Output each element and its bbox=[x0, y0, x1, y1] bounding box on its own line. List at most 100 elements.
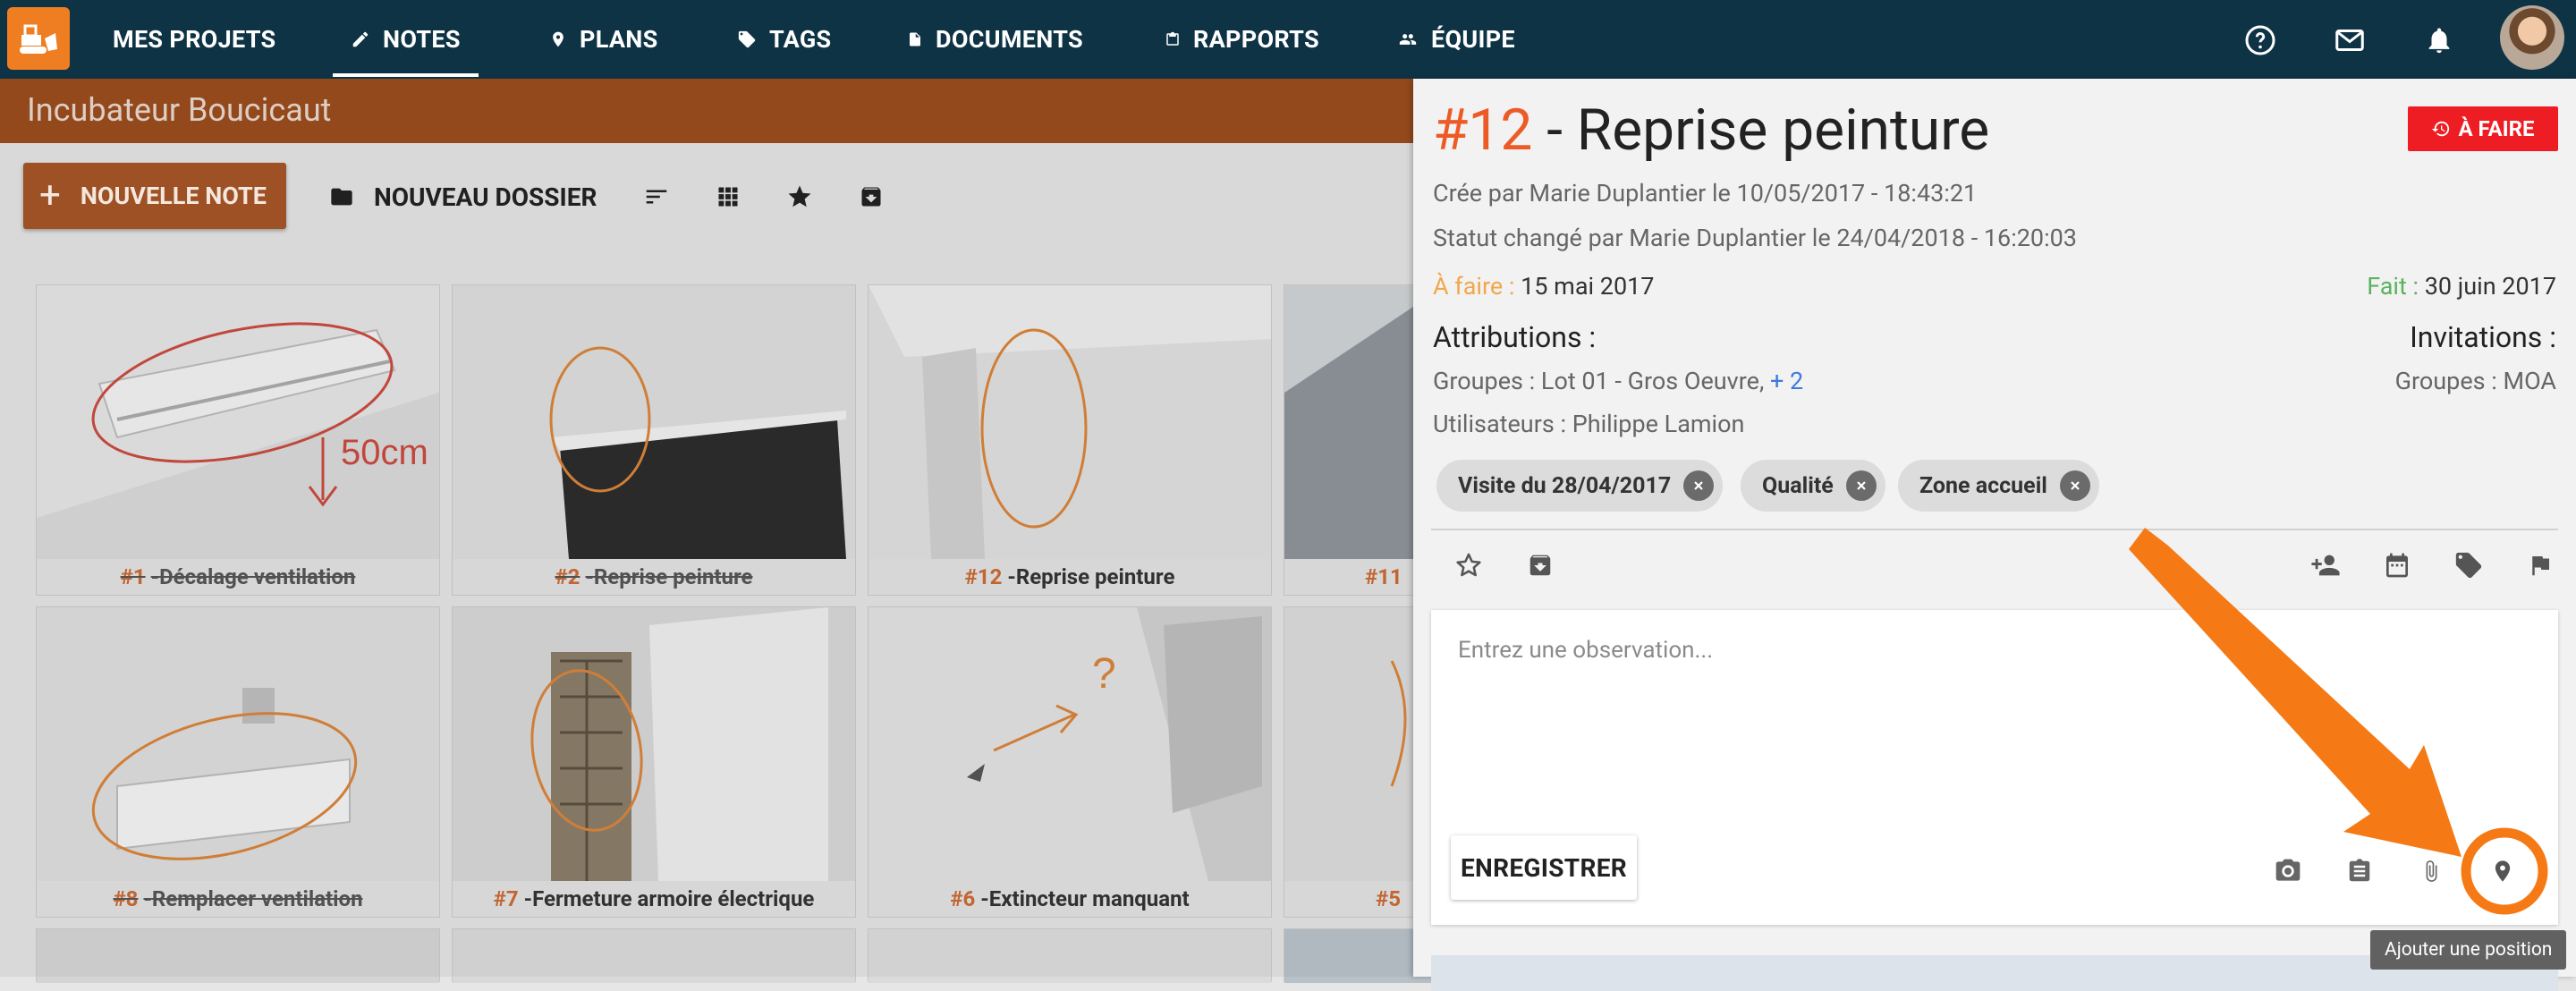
bell-icon[interactable] bbox=[2422, 23, 2456, 57]
archive-icon[interactable] bbox=[855, 181, 887, 213]
svg-text:?: ? bbox=[1092, 650, 1116, 698]
note-number: #11 bbox=[1365, 564, 1402, 589]
tab-plans[interactable]: PLANS bbox=[549, 0, 658, 79]
note-caption: #2 - Reprise peinture bbox=[453, 559, 855, 595]
close-icon[interactable] bbox=[1845, 470, 1877, 501]
people-icon bbox=[1397, 30, 1419, 48]
note-photo bbox=[869, 929, 1271, 983]
note-number: #12 bbox=[1433, 97, 1533, 164]
add-person-icon[interactable] bbox=[2308, 547, 2343, 583]
new-folder-button[interactable]: NOUVEAU DOSSIER bbox=[327, 179, 597, 215]
users-text: Utilisateurs : Philippe Lamion bbox=[1433, 410, 1745, 438]
note-caption: #8 - Remplacer ventilation bbox=[37, 881, 439, 917]
note-card[interactable]: #8 - Remplacer ventilation bbox=[36, 606, 440, 918]
tab-rapports[interactable]: RAPPORTS bbox=[1165, 0, 1319, 79]
project-name: Incubateur Boucicaut bbox=[27, 91, 332, 129]
note-detail-panel: #12 - Reprise peinture À FAIRE Crée par … bbox=[1413, 79, 2576, 991]
tag-chip[interactable]: Visite du 28/04/2017 bbox=[1436, 460, 1724, 512]
calendar-icon[interactable] bbox=[2379, 547, 2415, 583]
paperclip-icon[interactable] bbox=[2413, 853, 2449, 889]
note-caption: #7 - Fermeture armoire électrique bbox=[453, 881, 855, 917]
camera-icon[interactable] bbox=[2270, 853, 2306, 889]
status-label: À FAIRE bbox=[2458, 116, 2535, 141]
tag-icon[interactable] bbox=[2451, 547, 2487, 583]
tab-equipe[interactable]: ÉQUIPE bbox=[1397, 0, 1515, 79]
note-number: #12 bbox=[964, 564, 1003, 589]
tab-documents-label: DOCUMENTS bbox=[936, 25, 1083, 54]
tab-tags[interactable]: TAGS bbox=[737, 0, 831, 79]
map-pin-icon bbox=[549, 30, 567, 49]
location-pin-icon[interactable] bbox=[2485, 853, 2521, 889]
observation-input[interactable] bbox=[1442, 621, 2547, 835]
flag-icon[interactable] bbox=[2522, 547, 2558, 583]
note-caption: #6 - Extincteur manquant bbox=[869, 881, 1271, 917]
note-card[interactable]: #12 - Reprise peinture bbox=[868, 284, 1272, 596]
note-card[interactable] bbox=[1284, 928, 1687, 983]
invited-groups-text: Groupes : MOA bbox=[2394, 367, 2556, 395]
note-separator: - bbox=[1007, 564, 1016, 589]
star-outline-icon[interactable] bbox=[1451, 547, 1487, 583]
todo-label: À faire : bbox=[1433, 272, 1515, 301]
note-caption: #5 bbox=[1284, 881, 1426, 917]
note-card[interactable]: #11 bbox=[1284, 284, 1427, 596]
clipboard-icon[interactable] bbox=[2342, 853, 2377, 889]
note-card[interactable]: #7 - Fermeture armoire électrique bbox=[452, 606, 856, 918]
note-title-text: - Reprise peinture bbox=[1532, 97, 1990, 164]
note-title: Décalage ventilation bbox=[159, 564, 356, 589]
note-photo bbox=[869, 285, 1271, 559]
note-photo: ? bbox=[869, 607, 1271, 881]
notes-toolbar: + NOUVELLE NOTE NOUVEAU DOSSIER bbox=[0, 143, 1413, 249]
note-card[interactable] bbox=[36, 928, 440, 983]
help-icon[interactable] bbox=[2243, 23, 2277, 57]
observation-card: ENREGISTRER bbox=[1431, 610, 2558, 925]
note-photo bbox=[37, 929, 439, 983]
tab-notes[interactable]: NOTES bbox=[333, 0, 479, 79]
tooltip-text: Ajouter une position bbox=[2385, 939, 2553, 961]
note-card[interactable]: #2 - Reprise peinture bbox=[452, 284, 856, 596]
sort-icon[interactable] bbox=[640, 181, 673, 213]
note-photo bbox=[453, 285, 855, 559]
groups-more-link[interactable]: + 2 bbox=[1770, 367, 1803, 395]
my-projects-link[interactable]: MES PROJETS bbox=[113, 0, 275, 79]
close-icon[interactable] bbox=[2059, 470, 2090, 501]
note-card[interactable] bbox=[868, 928, 1272, 983]
note-card[interactable]: 50cm #1 - Décalage ventilation bbox=[36, 284, 440, 596]
note-card[interactable]: ? #6 - Extincteur manquant bbox=[868, 606, 1272, 918]
note-caption: #1 - Décalage ventilation bbox=[37, 559, 439, 595]
new-note-button[interactable]: + NOUVELLE NOTE bbox=[23, 163, 286, 229]
save-button[interactable]: ENREGISTRER bbox=[1451, 835, 1637, 900]
note-number: #5 bbox=[1376, 886, 1401, 911]
done-label: Fait : bbox=[2367, 272, 2419, 301]
grid-view-icon[interactable] bbox=[712, 181, 744, 213]
plus-icon: + bbox=[39, 174, 61, 217]
tag-chip[interactable]: Qualité bbox=[1741, 460, 1885, 512]
mail-icon[interactable] bbox=[2333, 23, 2367, 57]
created-info: Crée par Marie Duplantier le 10/05/2017 … bbox=[1433, 179, 1978, 208]
note-separator: - bbox=[585, 564, 594, 589]
note-title: Fermeture armoire électrique bbox=[532, 886, 815, 911]
note-title: Extincteur manquant bbox=[988, 886, 1190, 911]
done-date-row: Fait : 30 juin 2017 bbox=[2367, 272, 2556, 301]
folder-icon bbox=[327, 184, 356, 209]
star-icon[interactable] bbox=[784, 181, 816, 213]
tab-documents[interactable]: DOCUMENTS bbox=[907, 0, 1083, 79]
close-icon[interactable] bbox=[1683, 470, 1715, 501]
note-photo bbox=[1284, 607, 1426, 881]
tag-chip-label: Qualité bbox=[1762, 472, 1834, 499]
done-date: 30 juin 2017 bbox=[2424, 272, 2556, 301]
note-caption: #12 - Reprise peinture bbox=[869, 559, 1271, 595]
avatar[interactable] bbox=[2500, 5, 2564, 70]
tab-tags-label: TAGS bbox=[769, 25, 832, 54]
top-navigation-bar: MES PROJETS NOTES PLANS TAGS DOCUMENTS R… bbox=[0, 0, 2576, 79]
tooltip: Ajouter une position bbox=[2370, 930, 2567, 970]
tag-chip[interactable]: Zone accueil bbox=[1898, 460, 2099, 512]
tag-icon bbox=[737, 30, 757, 49]
groups-text: Groupes : Lot 01 - Gros Oeuvre, bbox=[1433, 367, 1765, 395]
archive-icon[interactable] bbox=[1522, 547, 1558, 583]
note-card[interactable] bbox=[452, 928, 856, 983]
tab-rapports-label: RAPPORTS bbox=[1193, 25, 1319, 54]
note-card[interactable]: #5 bbox=[1284, 606, 1427, 918]
status-badge[interactable]: À FAIRE bbox=[2408, 106, 2558, 151]
invitations-heading: Invitations : bbox=[2410, 320, 2556, 354]
app-logo[interactable] bbox=[7, 7, 70, 70]
